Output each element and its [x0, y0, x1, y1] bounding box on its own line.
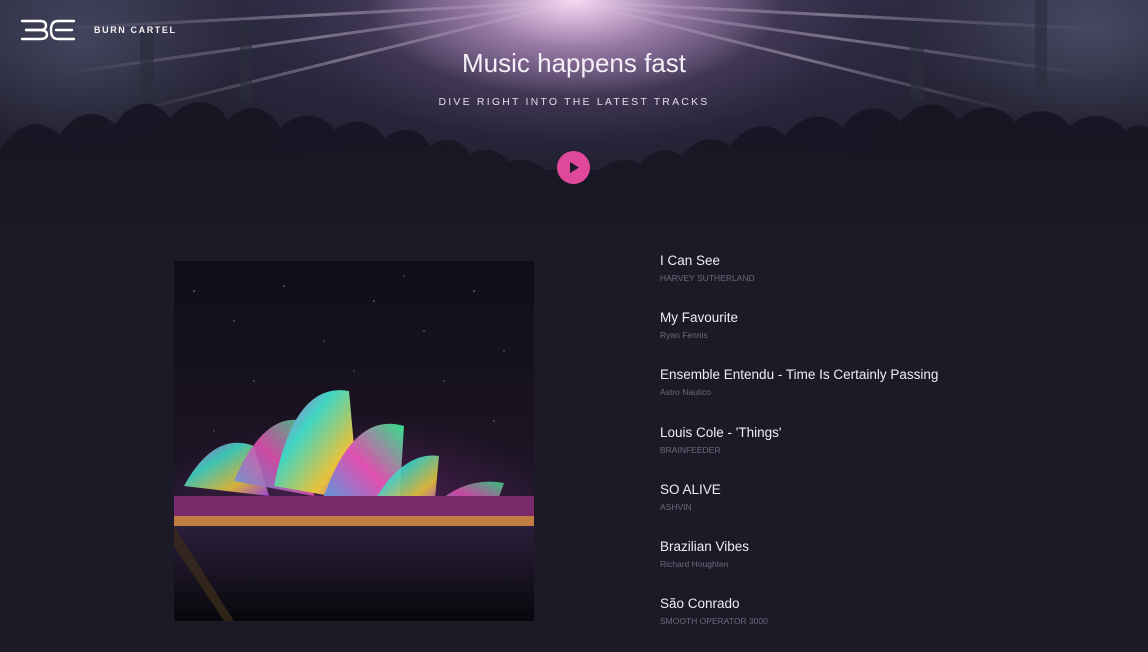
track-title[interactable]: Ensemble Entendu - Time Is Certainly Pas…	[660, 366, 938, 384]
hero-title: Music happens fast	[461, 48, 686, 78]
track-artist: Astro Nautico	[660, 387, 712, 398]
track-list: I Can See HARVEY SUTHERLAND My Favourite…	[660, 252, 938, 652]
track-title[interactable]: My Favourite	[660, 309, 938, 327]
track-item[interactable]: My Favourite Ryan Fennis	[660, 309, 938, 366]
track-artist: HARVEY SUTHERLAND	[660, 273, 755, 283]
brand-logo[interactable]: BURN CARTEL	[20, 18, 177, 42]
hero-subtitle: DIVE RIGHT INTO THE LATEST TRACKS	[438, 96, 710, 108]
track-item[interactable]: São Conrado SMOOTH OPERATOR 3000	[660, 595, 938, 652]
hero-banner: BURN CARTEL Music happens fast DIVE RIGH…	[0, 0, 1148, 230]
brand-name: BURN CARTEL	[94, 25, 177, 35]
album-cover[interactable]	[174, 261, 534, 621]
play-icon	[569, 162, 579, 173]
album-art-image	[174, 275, 534, 621]
track-title[interactable]: Brazilian Vibes	[660, 538, 938, 556]
track-item[interactable]: SO ALIVE ASHVIN	[660, 481, 938, 538]
track-artist: BRAINFEEDER	[660, 444, 721, 455]
track-title[interactable]: São Conrado	[660, 595, 938, 613]
track-artist: Richard Houghten	[660, 558, 729, 569]
track-title[interactable]: Louis Cole - 'Things'	[660, 424, 938, 442]
track-item[interactable]: Louis Cole - 'Things' BRAINFEEDER	[660, 424, 938, 481]
burn-cartel-logo-icon	[20, 19, 76, 41]
track-artist: SMOOTH OPERATOR 3000	[660, 616, 768, 627]
track-artist: Ryan Fennis	[660, 330, 708, 341]
track-item[interactable]: I Can See HARVEY SUTHERLAND	[660, 252, 938, 309]
track-item[interactable]: Ensemble Entendu - Time Is Certainly Pas…	[660, 366, 938, 423]
track-item[interactable]: Brazilian Vibes Richard Houghten	[660, 538, 938, 595]
track-title[interactable]: I Can See	[660, 252, 938, 270]
play-button[interactable]	[557, 151, 590, 184]
track-title[interactable]: SO ALIVE	[660, 481, 938, 499]
track-artist: ASHVIN	[660, 501, 692, 512]
